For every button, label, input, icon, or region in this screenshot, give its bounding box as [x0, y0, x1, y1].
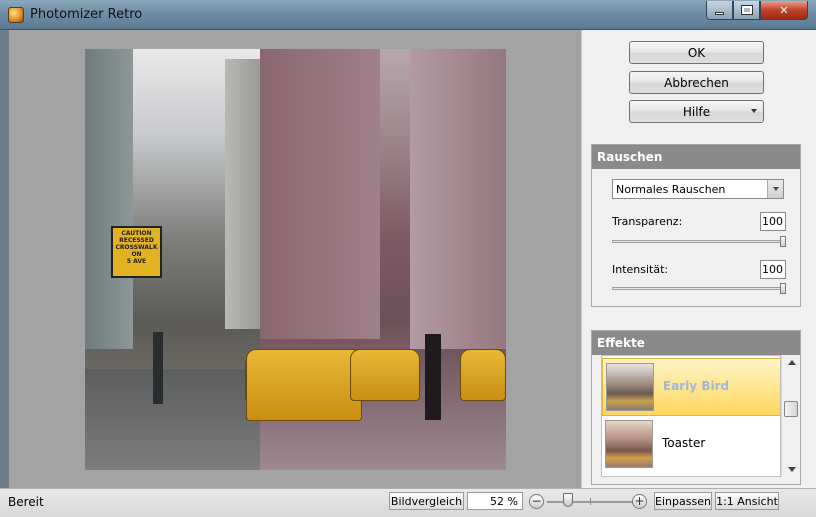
- maximize-button[interactable]: [733, 1, 760, 20]
- rauschen-title: Rauschen: [592, 145, 800, 169]
- title-bar: Photomizer Retro ✕: [0, 0, 816, 30]
- effects-scrollbar[interactable]: [781, 355, 800, 477]
- list-item-toaster[interactable]: Toaster: [602, 416, 780, 474]
- sign-line: CAUTION: [121, 230, 152, 237]
- maximize-icon: [740, 5, 753, 15]
- transparency-label: Transparenz:: [612, 215, 683, 228]
- zoom-in-button[interactable]: +: [632, 494, 647, 509]
- intensity-slider[interactable]: [612, 283, 786, 294]
- noise-type-select[interactable]: Normales Rauschen: [612, 179, 784, 199]
- minimize-icon: [715, 11, 724, 15]
- settings-panel: OK Abbrechen Hilfe Rauschen Normales Rau…: [581, 30, 816, 488]
- zoom-field[interactable]: 52 %: [467, 492, 523, 510]
- compare-button[interactable]: Bildvergleich: [389, 492, 464, 510]
- rauschen-group: Rauschen Normales Rauschen Transparenz: …: [591, 144, 801, 307]
- zoom-slider-track[interactable]: [547, 501, 635, 503]
- taxi-large: [246, 349, 362, 421]
- sign-line: RECESSED: [119, 237, 154, 244]
- transparency-slider-handle[interactable]: [780, 236, 786, 247]
- chevron-down-icon: [751, 109, 757, 113]
- chevron-down-icon[interactable]: [767, 180, 783, 198]
- cancel-button[interactable]: Abbrechen: [629, 71, 764, 94]
- zoom-tick: [590, 498, 591, 505]
- zoom-slider-handle[interactable]: [563, 493, 573, 507]
- building-left: [85, 49, 133, 349]
- close-icon: ✕: [779, 3, 789, 17]
- sign-line: ON: [131, 251, 142, 258]
- scroll-down-icon[interactable]: [788, 467, 796, 472]
- intensity-slider-handle[interactable]: [780, 283, 786, 294]
- effekte-title: Effekte: [592, 331, 800, 355]
- app-icon: [8, 7, 24, 23]
- caution-sign: CAUTION RECESSED CROSSWALK ON 5 AVE: [111, 226, 162, 278]
- noise-type-value: Normales Rauschen: [616, 183, 726, 196]
- list-item-early-bird[interactable]: Early Bird: [602, 358, 780, 416]
- scroll-thumb[interactable]: [784, 401, 798, 417]
- sign-line: 5 AVE: [126, 258, 147, 265]
- sign-line: CROSSWALK: [115, 244, 158, 251]
- intensity-field[interactable]: 100: [760, 260, 786, 279]
- street: [85, 369, 260, 470]
- status-text: Bereit: [8, 495, 44, 509]
- minimize-button[interactable]: [706, 1, 733, 20]
- building-mid: [260, 49, 380, 339]
- transparency-field[interactable]: 100: [760, 212, 786, 231]
- fit-button[interactable]: Einpassen: [654, 492, 712, 510]
- photo-preview[interactable]: CAUTION RECESSED CROSSWALK ON 5 AVE: [85, 49, 506, 470]
- image-workspace: CAUTION RECESSED CROSSWALK ON 5 AVE: [8, 30, 581, 488]
- effect-name: Toaster: [662, 436, 706, 450]
- effekte-group: Effekte Early Bird Toaster: [591, 330, 801, 485]
- intensity-label: Intensität:: [612, 263, 669, 276]
- effect-half: [246, 49, 506, 470]
- effect-thumbnail: [606, 363, 654, 411]
- pedestrian: [153, 332, 163, 404]
- help-button-label: Hilfe: [682, 104, 711, 119]
- scroll-up-icon[interactable]: [788, 360, 796, 365]
- effect-name: Early Bird: [663, 379, 730, 393]
- help-button[interactable]: Hilfe: [629, 100, 764, 123]
- window-title: Photomizer Retro: [30, 7, 143, 22]
- effect-thumbnail: [605, 420, 653, 468]
- actual-size-button[interactable]: 1:1 Ansicht: [715, 492, 779, 510]
- zoom-out-button[interactable]: −: [529, 494, 544, 509]
- pedestrian: [425, 334, 441, 420]
- transparency-slider[interactable]: [612, 236, 786, 247]
- original-half: CAUTION RECESSED CROSSWALK ON 5 AVE: [85, 49, 275, 470]
- taxi: [460, 349, 506, 401]
- taxi: [350, 349, 420, 401]
- building-right: [410, 49, 506, 349]
- status-bar: Bereit Bildvergleich 52 % − + Einpassen …: [0, 488, 816, 517]
- effects-list: Early Bird Toaster: [601, 355, 781, 477]
- building-far: [225, 59, 260, 329]
- close-button[interactable]: ✕: [760, 1, 808, 20]
- ok-button[interactable]: OK: [629, 41, 764, 64]
